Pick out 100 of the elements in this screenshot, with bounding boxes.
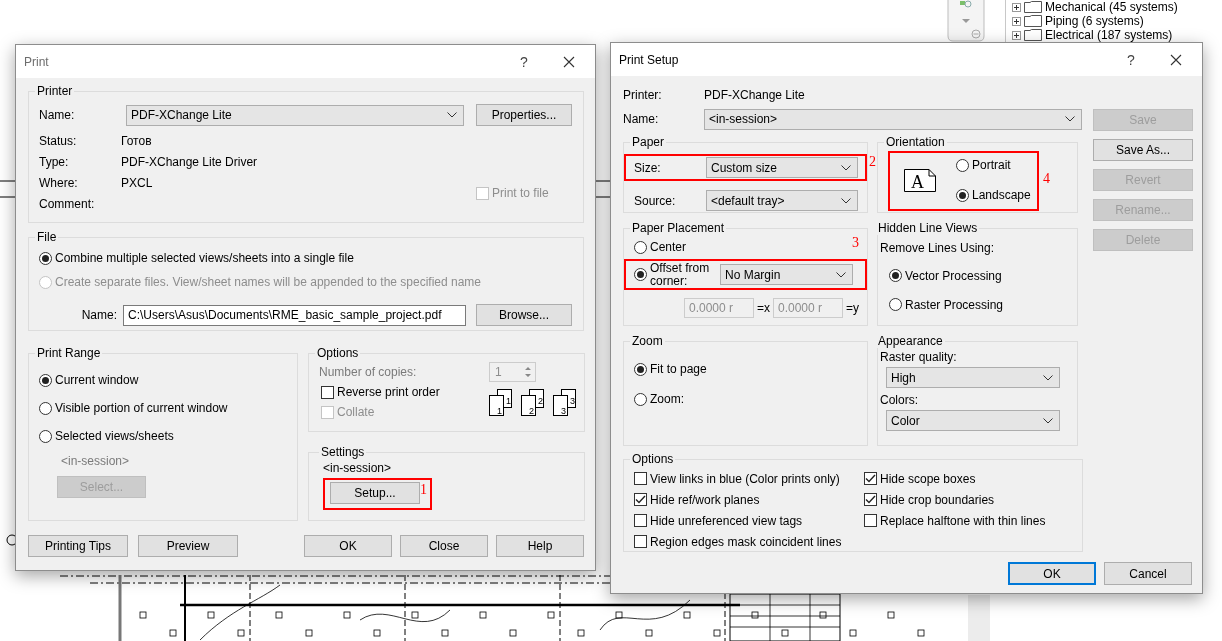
- checkmark-icon: [865, 474, 876, 483]
- group-label: Printer: [36, 84, 74, 98]
- folder-icon: [1024, 15, 1042, 27]
- radio-button[interactable]: Combine multiple selected views/sheets into a single file: [39, 246, 575, 270]
- expand-icon[interactable]: [1012, 30, 1021, 40]
- radio-button[interactable]: Offset from corner:: [634, 264, 720, 285]
- help-button[interactable]: ?: [509, 46, 539, 77]
- expand-icon[interactable]: [1012, 16, 1021, 26]
- button[interactable]: Help: [496, 535, 584, 557]
- button[interactable]: Properties...: [476, 104, 572, 126]
- checkbox[interactable]: Replace halftone with thin lines: [864, 510, 1074, 531]
- callout-number: 4: [1043, 171, 1050, 187]
- group-label: Zoom: [631, 334, 664, 348]
- group-label: Orientation: [885, 135, 946, 149]
- field-label: Type:: [39, 154, 70, 169]
- drawing-lines: [596, 180, 610, 198]
- field-label: Comment:: [39, 196, 96, 211]
- dropdown[interactable]: <in-session>: [704, 108, 1082, 130]
- window-title: Print: [24, 54, 50, 69]
- tree-item[interactable]: Electrical (187 systems): [1045, 28, 1173, 42]
- tree-item[interactable]: Piping (6 systems): [1045, 14, 1144, 28]
- radio-button[interactable]: Landscape: [956, 185, 1031, 205]
- group-label: Paper: [631, 135, 666, 149]
- field-label: Name:: [80, 308, 118, 322]
- axis-label: =x: [756, 301, 770, 315]
- checkmark-icon: [635, 495, 646, 504]
- field-label: Colors:: [880, 393, 919, 407]
- button[interactable]: OK: [1008, 562, 1096, 585]
- chevron-icon: [841, 197, 851, 204]
- button[interactable]: Preview: [138, 535, 238, 557]
- axis-label: =y: [846, 301, 859, 315]
- checkbox[interactable]: View links in blue (Color prints only): [634, 468, 864, 489]
- group-label: File: [36, 230, 58, 244]
- chevron-icon: [1065, 116, 1075, 122]
- field-value: PDF-XChange Lite: [704, 88, 806, 102]
- dropdown[interactable]: <default tray>: [706, 190, 858, 211]
- radio-button[interactable]: Fit to page: [634, 354, 859, 384]
- drawing-lines: [0, 180, 15, 198]
- field-value: PDF-XChange Lite Driver: [121, 154, 259, 169]
- group-label: Hidden Line Views: [877, 221, 979, 235]
- field-label: Where:: [39, 175, 79, 190]
- field-label: Printer:: [623, 88, 663, 102]
- field-label: Remove Lines Using:: [880, 241, 996, 255]
- checkbox[interactable]: Hide scope boxes: [864, 468, 1074, 489]
- tree-item[interactable]: Mechanical (45 systems): [1045, 0, 1178, 14]
- callout-number: 3: [852, 235, 859, 251]
- button[interactable]: Save As...: [1093, 139, 1193, 161]
- window-title: Print Setup: [619, 52, 680, 67]
- field-label: Name:: [39, 108, 76, 122]
- callout-number: 1: [420, 482, 427, 498]
- checkbox[interactable]: Hide unreferenced view tags: [634, 510, 864, 531]
- radio-button[interactable]: Zoom:: [634, 384, 859, 414]
- session-label: <in-session>: [61, 454, 131, 468]
- field-label: Raster quality:: [880, 350, 958, 364]
- group-label: Paper Placement: [631, 221, 726, 235]
- dropdown[interactable]: PDF-XChange Lite: [126, 104, 464, 126]
- chevron-icon: [841, 164, 851, 171]
- close-icon: [1170, 53, 1182, 66]
- button[interactable]: Cancel: [1104, 562, 1192, 585]
- button[interactable]: OK: [304, 535, 392, 557]
- field-value: PXCL: [121, 175, 154, 190]
- checkbox[interactable]: Hide crop boundaries: [864, 489, 1074, 510]
- callout-number: 2: [869, 154, 876, 170]
- button[interactable]: Close: [400, 535, 488, 557]
- help-button[interactable]: ?: [1116, 44, 1146, 75]
- field-value: Готов: [121, 133, 153, 148]
- button[interactable]: Setup...: [330, 482, 420, 504]
- checkbox[interactable]: Reverse print order: [321, 382, 489, 402]
- radio-button[interactable]: Portrait: [956, 155, 1031, 175]
- checkmark-icon: [865, 495, 876, 504]
- chevron-icon: [447, 112, 457, 118]
- button[interactable]: Printing Tips: [28, 535, 128, 557]
- radio-button[interactable]: Selected views/sheets: [39, 422, 289, 450]
- file-path-field[interactable]: C:\Users\Asus\Documents\RME_basic_sample_project.pdf: [123, 304, 466, 326]
- field-label: Source:: [634, 193, 677, 208]
- dropdown[interactable]: High: [886, 367, 1060, 388]
- dropdown[interactable]: No Margin: [720, 264, 853, 285]
- page-orientation-icon: A: [904, 168, 936, 192]
- dropdown[interactable]: Custom size: [706, 157, 858, 178]
- settings-name: <in-session>: [323, 461, 393, 475]
- radio-button[interactable]: Current window: [39, 366, 289, 394]
- checkbox[interactable]: Hide ref/work planes: [634, 489, 864, 510]
- chevron-icon: [1043, 417, 1053, 424]
- chevron-icon: [836, 271, 846, 278]
- field-label: Number of copies:: [319, 365, 418, 379]
- radio-button[interactable]: Visible portion of current window: [39, 394, 289, 422]
- expand-icon[interactable]: [1012, 2, 1021, 12]
- button[interactable]: Browse...: [476, 304, 572, 326]
- field-label: Size:: [634, 160, 662, 175]
- radio-button[interactable]: Vector Processing: [889, 261, 1069, 290]
- group-label: Appearance: [877, 334, 944, 348]
- group-label: Options: [631, 452, 675, 466]
- checkbox[interactable]: Region edges mask coincident lines: [634, 531, 864, 552]
- field-label: Status:: [39, 133, 78, 148]
- group-label: Settings: [320, 445, 366, 459]
- radio-button[interactable]: Raster Processing: [889, 290, 1069, 319]
- group-label: Print Range: [36, 346, 102, 360]
- dropdown[interactable]: Color: [886, 410, 1060, 431]
- chevron-icon: [1043, 374, 1053, 381]
- field-label: Name:: [623, 112, 660, 126]
